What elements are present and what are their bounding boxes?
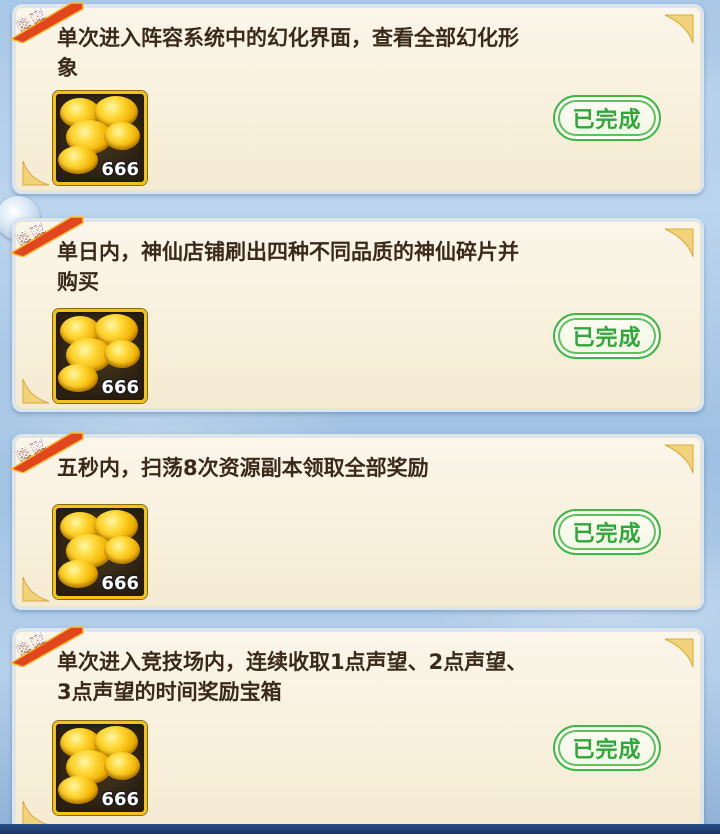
- corner-ornament: [664, 14, 694, 44]
- reward-item[interactable]: 666: [53, 91, 147, 185]
- task-description: 单日内，神仙店铺刷出四种不同品质的神仙碎片并购买: [57, 240, 519, 294]
- task-description: 单次进入阵容系统中的幻化界面，查看全部幻化形象: [57, 26, 519, 80]
- completed-button[interactable]: 已完成: [553, 725, 661, 771]
- corner-ornament: [22, 160, 50, 186]
- completed-button[interactable]: 已完成: [553, 95, 661, 141]
- reward-count: 666: [101, 159, 139, 180]
- task-card: 隐藏 单日内，神仙店铺刷出四种不同品质的神仙碎片并购买 666 已完成: [9, 216, 704, 412]
- reward-item[interactable]: 666: [53, 309, 147, 403]
- reward-item[interactable]: 666: [53, 505, 147, 599]
- corner-ornament: [664, 638, 694, 668]
- task-card: 隐藏 五秒内，扫荡8次资源副本领取全部奖励 666 已完成: [9, 432, 704, 610]
- corner-ornament: [664, 228, 694, 258]
- reward-item[interactable]: 666: [53, 721, 147, 815]
- task-description: 五秒内，扫荡8次资源副本领取全部奖励: [57, 456, 429, 480]
- completed-button[interactable]: 已完成: [553, 509, 661, 555]
- corner-ornament: [664, 444, 694, 474]
- completed-button[interactable]: 已完成: [553, 313, 661, 359]
- task-card: 隐藏 单次进入阵容系统中的幻化界面，查看全部幻化形象 666 已完成: [9, 2, 704, 194]
- reward-count: 666: [101, 573, 139, 594]
- bottom-bar-edge: [0, 824, 720, 834]
- achievement-list[interactable]: 隐藏 单次进入阵容系统中的幻化界面，查看全部幻化形象 666 已完成 隐藏 单日…: [0, 0, 720, 834]
- corner-ornament: [22, 378, 50, 404]
- task-description: 单次进入竞技场内，连续收取1点声望、2点声望、3点声望的时间奖励宝箱: [57, 650, 528, 704]
- corner-ornament: [22, 576, 50, 602]
- reward-count: 666: [101, 789, 139, 810]
- task-card: 隐藏 单次进入竞技场内，连续收取1点声望、2点声望、3点声望的时间奖励宝箱 66…: [9, 626, 704, 834]
- reward-count: 666: [101, 377, 139, 398]
- corner-ornament: [22, 800, 50, 826]
